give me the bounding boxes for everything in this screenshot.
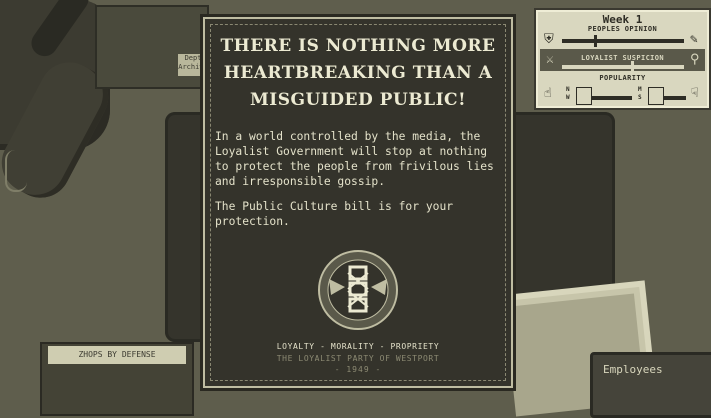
poster-headline: THERE IS NOTHING MORE HEARTBREAKING THAN… xyxy=(213,33,503,114)
loyalist-suspicion-meter xyxy=(562,61,684,73)
propaganda-poster[interactable]: THERE IS NOTHING MORE HEARTBREAKING THAN… xyxy=(203,17,513,388)
popularity-left-letters: N W xyxy=(566,86,570,101)
popularity-right-letters: M S xyxy=(638,86,642,101)
torch-icon: ⚲ xyxy=(690,52,700,67)
thumbs-up-icon: ☝ xyxy=(544,86,552,101)
peoples-opinion-meter xyxy=(562,35,684,47)
loyalist-suspicion-label: LOYALIST SUSPICION xyxy=(580,54,665,62)
thumbs-down-icon: ☟ xyxy=(691,86,699,101)
status-panel: Week 1 PEOPLES OPINION ⛨ ✎ LOYALIST SUSP… xyxy=(534,8,711,110)
poster-body: In a world controlled by the media, the … xyxy=(215,129,501,239)
poster-motto: LOYALTY - MORALITY - PROPRIETY xyxy=(276,342,440,351)
poster-paragraph-1: In a world controlled by the media, the … xyxy=(215,130,494,188)
employees-folder[interactable]: Employees xyxy=(590,352,711,418)
crossed-swords-icon: ⚔ xyxy=(546,52,554,67)
loyalist-suspicion-marker xyxy=(631,61,635,73)
quill-icon: ✎ xyxy=(690,32,698,47)
poster-year: - 1949 - xyxy=(334,365,382,374)
peoples-opinion-marker xyxy=(594,35,598,47)
poster-paragraph-2: The Public Culture bill is for your prot… xyxy=(215,200,454,228)
peoples-opinion-label: PEOPLES OPINION xyxy=(587,25,658,33)
loyalist-emblem-icon xyxy=(318,250,398,330)
headline-line-2: HEARTBREAKING THAN A xyxy=(223,63,493,83)
phone-cord xyxy=(5,150,27,192)
headline-line-1: THERE IS NOTHING MORE xyxy=(220,36,496,56)
popularity-left-box xyxy=(576,87,592,105)
headline-line-3: MISGUIDED PUBLIC! xyxy=(249,90,467,110)
popularity-left-meter xyxy=(592,96,632,100)
poster-party: THE LOYALIST PARTY OF WESTPORT xyxy=(276,354,440,363)
employees-folder-label: Employees xyxy=(603,363,663,376)
card-box-label: ZHOPS BY DEFENSE xyxy=(48,346,186,364)
popularity-label: POPULARITY xyxy=(599,74,646,82)
popularity-right-box xyxy=(648,87,664,105)
archive-tray[interactable] xyxy=(95,5,209,89)
popularity-right-meter xyxy=(664,96,686,100)
shield-icon: ⛨ xyxy=(544,32,554,47)
